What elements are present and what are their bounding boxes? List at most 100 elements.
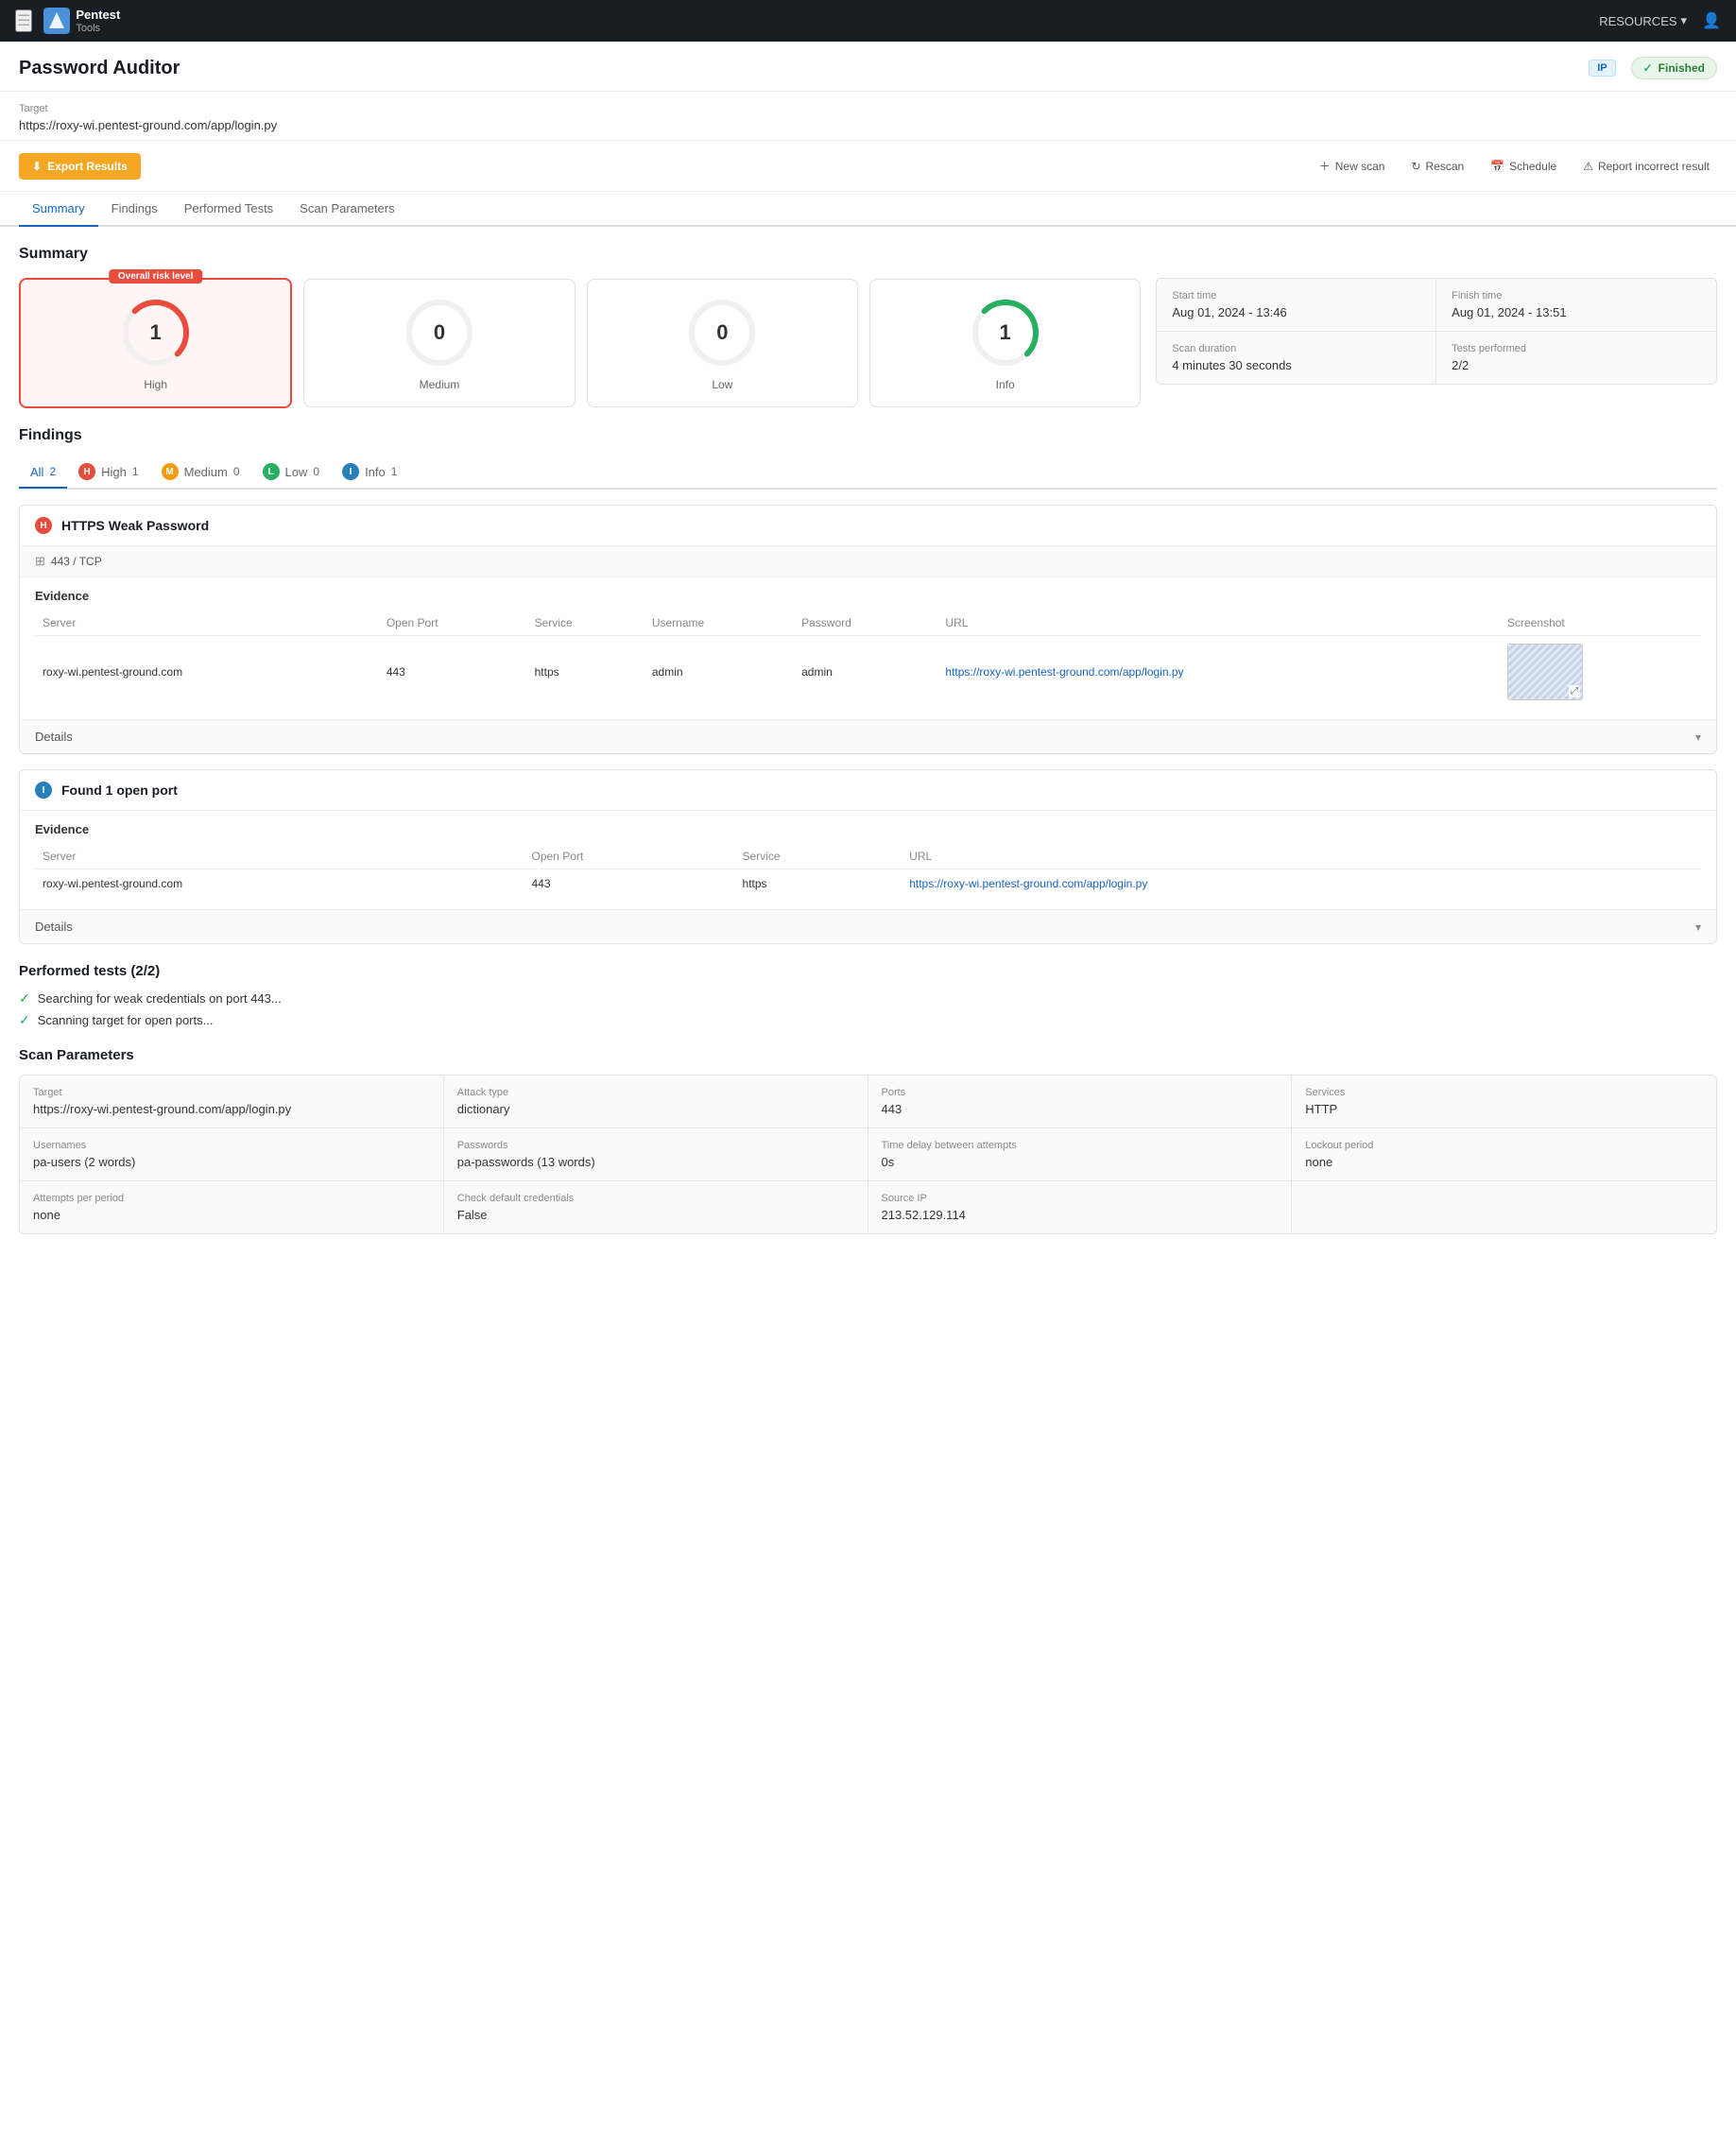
- warning-icon: ⚠: [1583, 160, 1593, 173]
- actions-right: ＋ New scan ↻ Rescan 📅 Schedule ⚠ Report …: [1312, 152, 1717, 180]
- cell-service-1: https: [527, 636, 645, 709]
- ip-badge: IP: [1589, 60, 1615, 77]
- actions-left: ⬇ Export Results: [19, 153, 141, 180]
- info-card-finish-time: Finish time Aug 01, 2024 - 13:51: [1436, 279, 1716, 332]
- gauge-info: 1: [968, 295, 1043, 370]
- performed-tests-title: Performed tests (2/2): [19, 963, 1717, 979]
- port-icon: ⊞: [35, 554, 45, 569]
- risk-card-low: 0 Low: [587, 279, 858, 407]
- param-ports: Ports 443: [868, 1076, 1293, 1128]
- params-grid: Target https://roxy-wi.pentest-ground.co…: [19, 1075, 1717, 1234]
- finding-1-severity-badge: H: [35, 517, 52, 534]
- cell-password-1: admin: [794, 636, 937, 709]
- high-badge: H: [78, 463, 95, 480]
- screenshot-thumbnail: ⤢: [1507, 644, 1583, 700]
- expand-screenshot-icon[interactable]: ⤢: [1569, 685, 1580, 697]
- test-item-1: ✓ Searching for weak credentials on port…: [19, 990, 1717, 1007]
- finding-card-1: H HTTPS Weak Password ⊞ 443 / TCP Eviden…: [19, 505, 1717, 754]
- finding-1-port: ⊞ 443 / TCP: [20, 546, 1716, 577]
- param-attempts-per-period: Attempts per period none: [20, 1181, 444, 1233]
- main-tabs: Summary Findings Performed Tests Scan Pa…: [0, 192, 1736, 227]
- plus-icon: ＋: [1319, 158, 1331, 174]
- evidence-2-table: Server Open Port Service URL roxy-wi.pen…: [35, 844, 1701, 898]
- finding-1-title: HTTPS Weak Password: [61, 518, 209, 533]
- cell-port-1: 443: [379, 636, 527, 709]
- summary-section-title: Summary: [19, 246, 1717, 263]
- filter-tab-medium[interactable]: M Medium 0: [150, 456, 251, 490]
- param-lockout-period: Lockout period none: [1292, 1128, 1716, 1181]
- param-attack-type: Attack type dictionary: [444, 1076, 868, 1128]
- tab-performed-tests[interactable]: Performed Tests: [171, 192, 286, 227]
- logo-icon: [43, 8, 70, 34]
- actions-bar: ⬇ Export Results ＋ New scan ↻ Rescan 📅 S…: [0, 141, 1736, 192]
- nav-right: RESOURCES ▾ 👤: [1599, 11, 1721, 30]
- col-password: Password: [794, 611, 937, 636]
- target-url: https://roxy-wi.pentest-ground.com/app/l…: [19, 118, 1717, 132]
- evidence-2-row-1: roxy-wi.pentest-ground.com 443 https htt…: [35, 869, 1701, 899]
- findings-section: Findings All 2 H High 1 M Medium 0: [19, 427, 1717, 944]
- filter-tab-low[interactable]: L Low 0: [251, 456, 332, 490]
- col-screenshot: Screenshot: [1500, 611, 1701, 636]
- check-icon-2: ✓: [19, 1012, 30, 1028]
- tab-findings[interactable]: Findings: [98, 192, 171, 227]
- check-icon-1: ✓: [19, 990, 30, 1007]
- chevron-down-icon: ▾: [1695, 731, 1701, 744]
- export-results-button[interactable]: ⬇ Export Results: [19, 153, 141, 180]
- filter-tab-all[interactable]: All 2: [19, 457, 67, 489]
- col-server: Server: [35, 611, 379, 636]
- gauge-overall-value: 1: [150, 320, 162, 345]
- gauge-medium-value: 0: [434, 320, 445, 345]
- param-empty: [1292, 1181, 1716, 1233]
- schedule-button[interactable]: 📅 Schedule: [1483, 154, 1564, 179]
- filter-tab-info[interactable]: I Info 1: [331, 456, 408, 490]
- cell2-server-1: roxy-wi.pentest-ground.com: [35, 869, 524, 899]
- resources-button[interactable]: RESOURCES ▾: [1599, 13, 1687, 28]
- page-content: Password Auditor IP ✓ Finished Target ht…: [0, 42, 1736, 2134]
- info-card-tests-performed: Tests performed 2/2: [1436, 332, 1716, 384]
- finding-1-details[interactable]: Details ▾: [20, 719, 1716, 753]
- performed-tests-section: Performed tests (2/2) ✓ Searching for we…: [19, 963, 1717, 1028]
- evidence-1-table: Server Open Port Service Username Passwo…: [35, 611, 1701, 708]
- rescan-button[interactable]: ↻ Rescan: [1403, 154, 1471, 179]
- report-incorrect-button[interactable]: ⚠ Report incorrect result: [1575, 154, 1717, 179]
- param-usernames: Usernames pa-users (2 words): [20, 1128, 444, 1181]
- gauge-low-label: Low: [712, 378, 732, 391]
- gauge-medium-label: Medium: [420, 378, 460, 391]
- gauge-info-label: Info: [996, 378, 1015, 391]
- col2-server: Server: [35, 844, 524, 869]
- medium-badge: M: [162, 463, 179, 480]
- tab-summary[interactable]: Summary: [19, 192, 98, 227]
- filter-tab-high[interactable]: H High 1: [67, 456, 149, 490]
- gauge-info-value: 1: [1000, 320, 1011, 345]
- evidence-2-title: Evidence: [35, 822, 1701, 836]
- col-open-port: Open Port: [379, 611, 527, 636]
- gauge-low-value: 0: [716, 320, 728, 345]
- top-navigation: ☰ Pentest Tools RESOURCES ▾ 👤: [0, 0, 1736, 42]
- hamburger-menu[interactable]: ☰: [15, 9, 32, 32]
- scan-parameters-section: Scan Parameters Target https://roxy-wi.p…: [19, 1047, 1717, 1234]
- findings-title: Findings: [19, 427, 1717, 444]
- finding-1-evidence: Evidence Server Open Port Service Userna…: [20, 577, 1716, 719]
- col-service: Service: [527, 611, 645, 636]
- tab-scan-parameters[interactable]: Scan Parameters: [286, 192, 407, 227]
- col-url: URL: [937, 611, 1500, 636]
- evidence-2-url-link[interactable]: https://roxy-wi.pentest-ground.com/app/l…: [909, 877, 1147, 890]
- evidence-1-url-link[interactable]: https://roxy-wi.pentest-ground.com/app/l…: [945, 665, 1183, 679]
- finding-2-details[interactable]: Details ▾: [20, 909, 1716, 943]
- info-cards-container: Start time Aug 01, 2024 - 13:46 Finish t…: [1156, 278, 1717, 385]
- overall-risk-label: Overall risk level: [109, 269, 203, 284]
- info-card-scan-duration: Scan duration 4 minutes 30 seconds: [1157, 332, 1436, 384]
- gauge-overall: 1: [118, 295, 194, 370]
- logo: Pentest Tools: [43, 8, 120, 34]
- param-target: Target https://roxy-wi.pentest-ground.co…: [20, 1076, 444, 1128]
- param-services: Services HTTP: [1292, 1076, 1716, 1128]
- new-scan-button[interactable]: ＋ New scan: [1312, 152, 1393, 180]
- header-badges: IP ✓ Finished: [1589, 57, 1717, 79]
- user-menu-button[interactable]: 👤: [1702, 11, 1721, 30]
- finding-2-severity-badge: I: [35, 782, 52, 799]
- info-cards-grid: Start time Aug 01, 2024 - 13:46 Finish t…: [1156, 278, 1717, 385]
- info-badge: I: [342, 463, 359, 480]
- finding-2-header: I Found 1 open port: [20, 770, 1716, 811]
- param-passwords: Passwords pa-passwords (13 words): [444, 1128, 868, 1181]
- gauges-container: Overall risk level 1 High: [19, 278, 1141, 408]
